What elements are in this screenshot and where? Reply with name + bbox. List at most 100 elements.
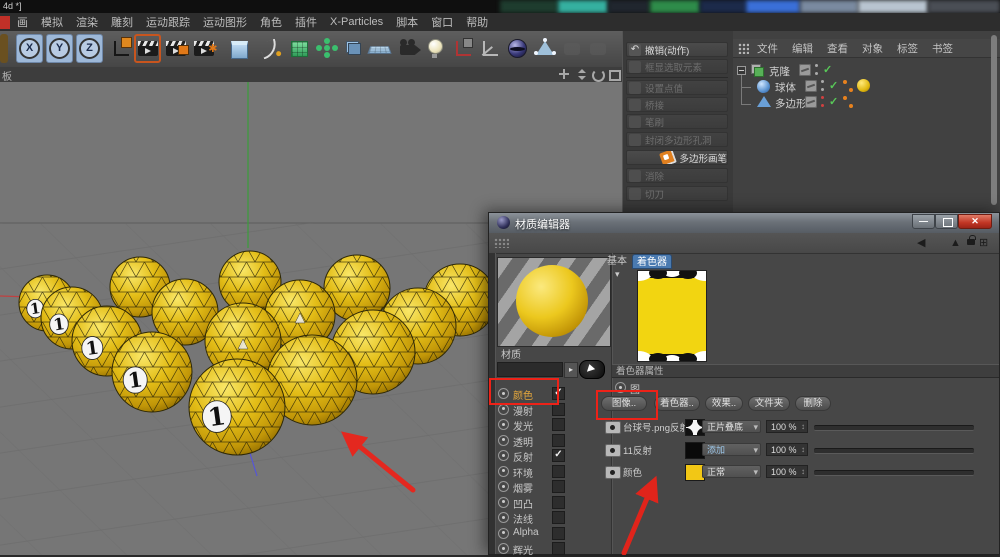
viewport-pan-icon[interactable]	[558, 69, 571, 80]
om-row-sphere[interactable]: 球体 ✓	[733, 79, 1000, 95]
disabled-tool-button-2[interactable]	[584, 34, 611, 63]
points-mode-button[interactable]	[531, 34, 558, 63]
channel-radio-icon[interactable]	[498, 543, 509, 554]
channel-radio-icon[interactable]	[498, 403, 509, 415]
channel-checkbox[interactable]	[552, 480, 565, 493]
layer-visibility-icon[interactable]	[605, 444, 621, 457]
menu-mograph[interactable]: 运动图形	[203, 14, 247, 30]
om-menu-object[interactable]: 对象	[862, 41, 883, 56]
lock-x-axis-button[interactable]: X	[16, 34, 43, 63]
edit-tag-icon[interactable]	[799, 64, 811, 76]
channel-radio-icon[interactable]	[498, 496, 509, 508]
shader-button[interactable]: 着色器..	[654, 396, 700, 411]
palette-item[interactable]: ↶ 撤销(动作)	[626, 42, 728, 57]
palette-item[interactable]: 封闭多边形孔洞	[626, 132, 728, 147]
menu-animate[interactable]: 画	[17, 14, 28, 30]
opacity-field[interactable]: 100 % ↕	[766, 420, 808, 433]
menu-plugins[interactable]: 插件	[295, 14, 317, 30]
edit-tag-icon[interactable]	[805, 80, 817, 92]
channel-checkbox[interactable]	[552, 511, 565, 524]
material-preview[interactable]	[497, 257, 611, 347]
array-button[interactable]	[313, 34, 340, 63]
lock-y-axis-button[interactable]: Y	[46, 34, 73, 63]
render-settings-button[interactable]: ✱	[190, 34, 218, 63]
menu-window[interactable]: 窗口	[431, 14, 453, 30]
phong-dots-icon[interactable]	[843, 80, 853, 92]
object-name[interactable]: 多边形	[775, 96, 807, 111]
om-row-cloner[interactable]: 克隆 ✓	[733, 63, 1000, 79]
om-menu-edit[interactable]: 编辑	[792, 41, 813, 56]
channel-checkbox[interactable]	[552, 526, 565, 540]
channel-radio-icon[interactable]	[498, 481, 509, 492]
viewport-maximize-icon[interactable]	[607, 69, 621, 81]
opacity-field[interactable]: 100 % ↕	[766, 443, 808, 456]
menu-help[interactable]: 帮助	[466, 14, 488, 30]
lock-z-axis-button[interactable]: Z	[76, 34, 103, 63]
opacity-slider[interactable]	[814, 448, 974, 454]
disabled-tool-button-1[interactable]	[558, 34, 585, 63]
folder-button[interactable]: 文件夹	[748, 396, 790, 411]
blend-mode-dropdown[interactable]: 添加 ▾	[702, 443, 761, 456]
billiard-ball[interactable]: 1	[188, 358, 286, 456]
add-cube-button[interactable]	[226, 34, 253, 63]
layer-row[interactable]: 11反射 添加 ▾ 100 % ↕	[489, 442, 1000, 459]
spinner-icon[interactable]: ↕	[801, 466, 805, 478]
channel-radio-icon[interactable]	[498, 527, 509, 539]
channel-checkbox[interactable]	[552, 495, 565, 509]
camera-button[interactable]	[394, 34, 421, 63]
material-name-field[interactable]	[497, 362, 563, 377]
phong-dots-icon[interactable]	[843, 96, 853, 108]
palette-item[interactable]: 消除	[626, 168, 728, 183]
drag-grip-icon[interactable]	[494, 238, 509, 248]
coordinate-system-button[interactable]	[108, 34, 135, 63]
om-menu-view[interactable]: 查看	[827, 41, 848, 56]
palette-item[interactable]: 设置点值	[626, 80, 728, 95]
viewport-zoom-icon[interactable]	[575, 69, 588, 80]
subdivision-surface-button[interactable]	[286, 34, 313, 63]
layer-visibility-icon[interactable]	[605, 421, 621, 434]
layer-visibility-icon[interactable]	[605, 466, 621, 479]
render-to-picture-viewer-button[interactable]	[162, 34, 189, 63]
tab-basic[interactable]: 基本	[604, 254, 630, 269]
palette-item[interactable]: 框显选取元素	[626, 59, 728, 74]
delete-button[interactable]: 删除	[795, 396, 831, 411]
menu-xparticles[interactable]: X-Particles	[330, 16, 383, 28]
object-name[interactable]: 球体	[775, 80, 796, 95]
visibility-dots[interactable]	[821, 96, 825, 107]
opacity-slider[interactable]	[814, 425, 974, 431]
billiard-ball[interactable]: 1	[111, 331, 193, 413]
layer-row[interactable]: 颜色 正常 ▾ 100 % ↕	[489, 464, 1000, 481]
opacity-field[interactable]: 100 % ↕	[766, 465, 808, 478]
palette-item[interactable]: 笔刷	[626, 114, 728, 129]
workplane-button[interactable]	[450, 34, 477, 63]
viewport-menu-fragment[interactable]: 板	[2, 68, 12, 83]
new-window-icon[interactable]: ⊞	[979, 236, 988, 250]
floor-button[interactable]	[366, 34, 393, 63]
dialog-titlebar[interactable]: 材质编辑器 — ✕	[489, 213, 999, 234]
edit-tag-icon[interactable]	[805, 96, 817, 108]
effect-button[interactable]: 效果..	[705, 396, 743, 411]
spline-pen-button[interactable]	[256, 34, 283, 63]
lock-icon[interactable]	[967, 235, 976, 245]
shading-mode-button[interactable]	[504, 34, 531, 63]
clipped-tool-button[interactable]	[0, 34, 8, 63]
opacity-slider[interactable]	[814, 470, 974, 476]
maximize-button[interactable]	[935, 214, 958, 229]
close-button[interactable]: ✕	[958, 214, 992, 229]
channel-checkbox[interactable]	[552, 542, 565, 555]
viewport-rotate-icon[interactable]	[591, 69, 605, 82]
palette-item[interactable]: 多边形画笔	[626, 150, 728, 165]
texture-caret-icon[interactable]: ▾	[615, 269, 620, 280]
enabled-check-icon[interactable]: ✓	[829, 80, 838, 92]
spinner-icon[interactable]: ↕	[801, 421, 805, 433]
channel-radio-icon[interactable]	[498, 512, 509, 523]
tab-shader[interactable]: 着色器	[632, 254, 672, 269]
back-arrow-icon[interactable]: ◀	[917, 236, 925, 250]
object-name[interactable]: 克隆	[769, 64, 790, 79]
menu-motion-tracker[interactable]: 运动跟踪	[146, 14, 190, 30]
om-row-polygon[interactable]: 多边形 ✓	[733, 95, 1000, 111]
texture-preview[interactable]	[637, 270, 707, 362]
layer-row[interactable]: 台球号.png反射 正片叠底 ▾ 100 % ↕	[489, 419, 1000, 436]
menu-script[interactable]: 脚本	[396, 14, 418, 30]
om-menu-file[interactable]: 文件	[757, 41, 778, 56]
